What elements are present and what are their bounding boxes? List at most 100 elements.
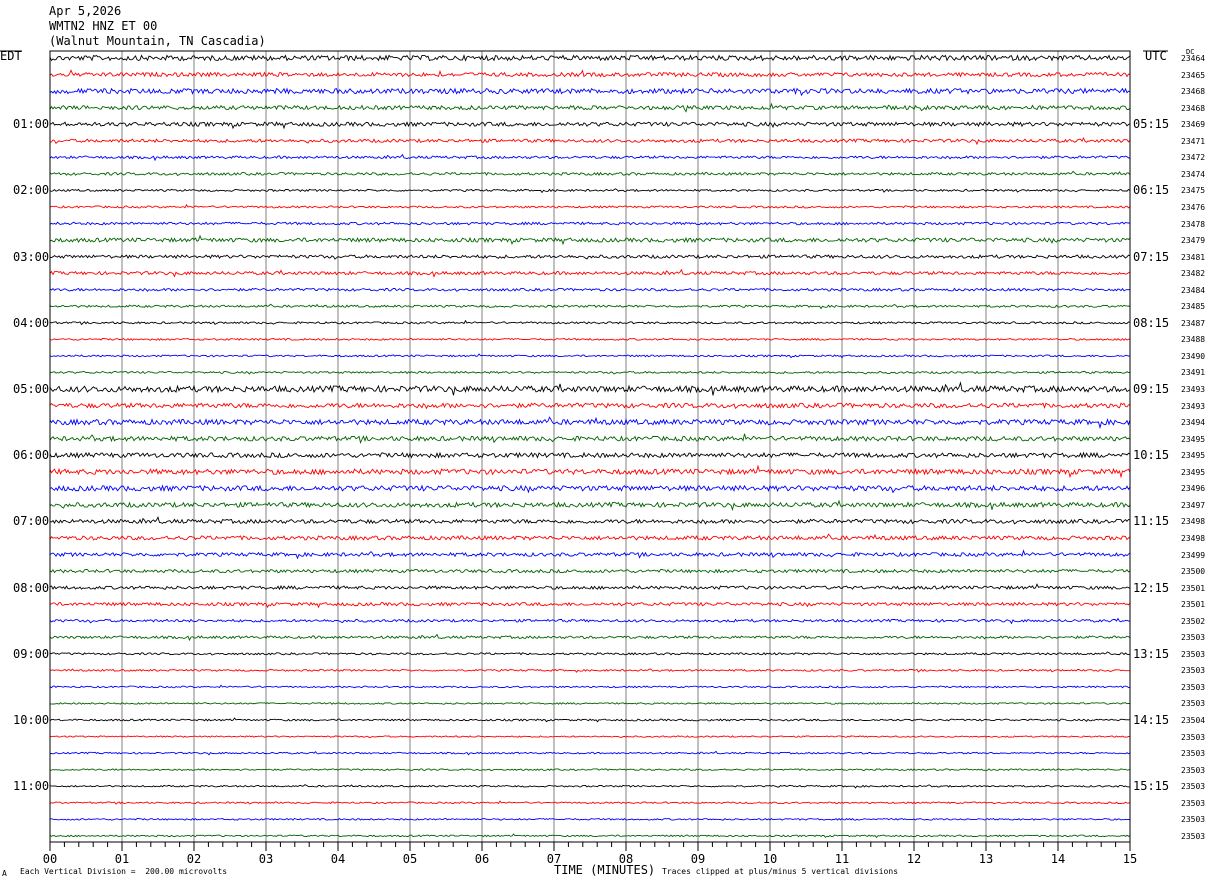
seismic-trace	[49, 433, 1131, 444]
edt-hour-label: 10:00	[13, 713, 50, 727]
dc-offset-label: 23468	[1181, 103, 1206, 113]
x-axis-title: TIME (MINUTES)	[554, 863, 656, 877]
dc-offset-label: 23504	[1181, 716, 1206, 725]
dc-offset-label: 23500	[1181, 567, 1206, 577]
dc-offset-label: 23464	[1181, 54, 1206, 63]
seismic-trace	[49, 768, 1131, 772]
x-tick-label: 14	[1051, 852, 1065, 866]
dc-offset-label: 23503	[1181, 682, 1206, 692]
seismic-trace	[49, 170, 1131, 176]
helicorder-plot: 00 01 02 03 04 05 06 07 08 09 10 11 12 13 14 15	[0, 50, 1168, 866]
location-label: (Walnut Mountain, TN Cascadia)	[49, 34, 266, 48]
x-tick-label: 15	[1123, 852, 1137, 866]
dc-offset-label: 23472	[1181, 153, 1206, 163]
dc-offset-label: 23503	[1181, 699, 1206, 709]
seismic-trace	[49, 319, 1131, 326]
utc-hour-label: 09:15	[1133, 382, 1170, 396]
edt-hour-label: 09:00	[13, 646, 50, 661]
seismic-trace	[49, 702, 1131, 705]
dc-offset-label: 23491	[1181, 368, 1206, 378]
trace-group	[49, 54, 1131, 839]
seismic-trace	[49, 800, 1131, 805]
dc-offset-label: 23481	[1181, 252, 1206, 262]
edt-hour-label: 07:00	[13, 514, 50, 529]
seismic-trace	[49, 499, 1131, 512]
dc-offset-label: 23503	[1181, 831, 1206, 841]
utc-hour-label: 10:15	[1133, 448, 1170, 463]
dc-offset-label: 23495	[1181, 467, 1206, 477]
seismic-trace	[49, 633, 1131, 642]
station-label: WMTN2 HNZ ET 00	[49, 19, 158, 33]
utc-hour-label: 07:15	[1133, 249, 1170, 264]
seismic-trace	[49, 87, 1131, 97]
edt-hour-label: 11:00	[13, 779, 50, 794]
seismic-trace	[49, 54, 1131, 62]
seismic-trace	[49, 484, 1131, 494]
dc-offset-label: 23465	[1181, 70, 1206, 80]
seismic-trace	[49, 515, 1131, 525]
edt-hour-label: 08:00	[13, 580, 50, 595]
seismic-trace	[49, 402, 1131, 410]
dc-offset-label: 23487	[1181, 318, 1206, 328]
dc-offset-label: 23501	[1181, 583, 1206, 593]
dc-offset-label: 23503	[1181, 782, 1206, 792]
seismic-trace	[49, 353, 1131, 359]
seismic-trace	[49, 601, 1131, 609]
dc-offset-label: 23503	[1181, 649, 1206, 659]
seismic-trace	[49, 416, 1131, 430]
seismic-trace	[49, 817, 1131, 821]
x-tick-label: 09	[691, 852, 705, 866]
x-tick-label: 00	[43, 852, 57, 866]
dc-offset-label: 23495	[1181, 434, 1206, 444]
seismic-trace	[49, 617, 1131, 625]
corner-mark: A	[2, 869, 7, 878]
seismic-trace	[49, 188, 1131, 194]
seismic-trace	[49, 370, 1131, 375]
dc-offset-label: 23493	[1181, 401, 1206, 411]
dc-offset-label: 23475	[1181, 186, 1206, 196]
x-tick-label: 02	[187, 852, 201, 866]
seismic-trace	[49, 268, 1131, 278]
dc-offset-label: 23484	[1181, 285, 1206, 295]
x-tick-label: 05	[403, 852, 417, 866]
seismic-trace	[49, 717, 1131, 723]
utc-hour-label: 15:15	[1133, 779, 1170, 794]
edt-timezone-label: EDT	[0, 49, 22, 63]
dc-offset-label: 23478	[1181, 219, 1206, 229]
seismic-trace	[49, 203, 1131, 209]
edt-hour-label: 04:00	[13, 315, 50, 330]
dc-offset-label: 23501	[1181, 600, 1206, 610]
x-tick-label: 04	[331, 852, 345, 866]
scale-note: Each Vertical Division = 200.00 microvol…	[20, 867, 228, 876]
seismic-trace	[49, 287, 1131, 292]
utc-hour-label: 12:15	[1133, 580, 1170, 595]
edt-hour-label: 05:00	[13, 382, 50, 396]
seismic-trace	[49, 668, 1131, 673]
dc-offset-label: 23503	[1181, 666, 1206, 676]
plot-frame	[0, 50, 1168, 843]
seismic-trace	[49, 464, 1131, 479]
dc-offset-label: 23474	[1181, 169, 1206, 179]
dc-offset-label: 23499	[1181, 550, 1206, 560]
dc-offset-label: 23488	[1181, 335, 1206, 345]
x-tick-label: 12	[907, 852, 921, 866]
seismic-trace	[49, 568, 1131, 574]
seismic-trace	[49, 102, 1131, 113]
dc-offset-label: 23503	[1181, 633, 1206, 643]
x-tick-label: 03	[259, 852, 273, 866]
edt-hour-label: 01:00	[13, 117, 50, 132]
utc-hour-label: 14:15	[1133, 713, 1170, 727]
edt-hour-label: 06:00	[13, 448, 50, 463]
dc-offset-label: 23482	[1181, 269, 1206, 279]
seismic-trace	[49, 549, 1131, 560]
dc-offset-label: 23469	[1181, 120, 1206, 130]
seismic-trace	[49, 750, 1131, 756]
dc-offset-label: 23468	[1181, 87, 1206, 97]
x-tick-label: 10	[763, 852, 777, 866]
date-label: Apr 5,2026	[49, 4, 122, 18]
dc-offset-label: 23495	[1181, 451, 1206, 461]
plot-border	[49, 50, 1131, 843]
utc-timezone-label: UTC	[1145, 49, 1167, 63]
seismic-trace	[49, 451, 1131, 459]
dc-offset-label: 23503	[1181, 732, 1206, 742]
